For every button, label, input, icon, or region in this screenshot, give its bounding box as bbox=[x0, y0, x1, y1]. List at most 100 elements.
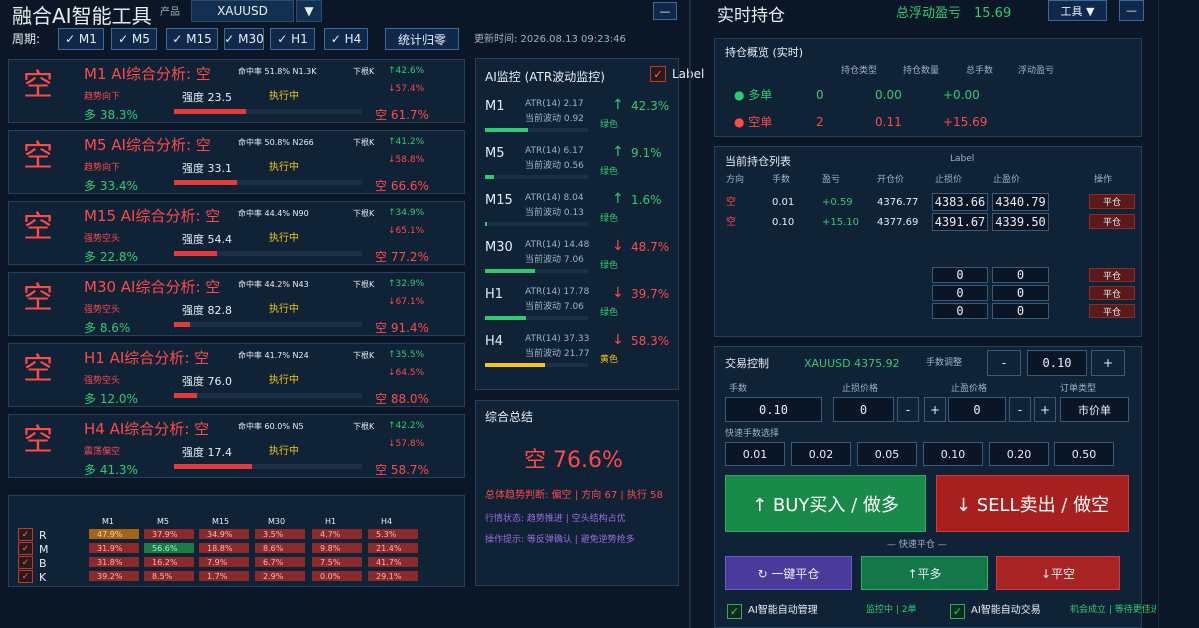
stats-reset-button[interactable]: 统计归零 bbox=[385, 28, 459, 50]
row-close-button[interactable]: 平仓 bbox=[1089, 214, 1135, 229]
row-sl-input[interactable]: 4391.67 bbox=[932, 213, 988, 231]
quick-lot-button[interactable]: 0.02 bbox=[791, 442, 851, 466]
close-all-button[interactable]: ↻ 一键平仓 bbox=[725, 556, 852, 590]
quick-lot-button[interactable]: 0.20 bbox=[989, 442, 1049, 466]
row-tp-input[interactable]: 4339.50 bbox=[992, 213, 1049, 231]
atr-bar-fill bbox=[485, 175, 495, 179]
row-tp-input[interactable]: 4340.79 bbox=[992, 193, 1049, 211]
signal-glyph: 空 bbox=[23, 423, 53, 458]
row-pnl: +0.59 bbox=[822, 197, 853, 208]
heatmap-row-checkbox[interactable]: ✓ bbox=[18, 528, 33, 541]
short-label-text: 空单 bbox=[748, 115, 773, 129]
atr-value: ATR(14) 14.48 bbox=[525, 240, 590, 250]
empty-close-button[interactable]: 平仓 bbox=[1089, 286, 1135, 300]
close-short-button[interactable]: ↓平空 bbox=[996, 556, 1120, 590]
empty-close-button[interactable]: 平仓 bbox=[1089, 304, 1135, 318]
empty-tp-input[interactable]: 0 bbox=[992, 285, 1049, 301]
auto-manage-checkbox[interactable]: ✓ bbox=[727, 604, 742, 619]
up-prob: ↑35.5% bbox=[388, 350, 425, 360]
period-button-3[interactable]: ✓ M30 bbox=[224, 28, 264, 50]
heatmap-row-checkbox[interactable]: ✓ bbox=[18, 556, 33, 569]
long-short-bar-fill bbox=[174, 180, 237, 185]
down-prob: ↓58.8% bbox=[388, 155, 425, 165]
short-pct: 空 58.7% bbox=[375, 463, 429, 477]
period-button-1[interactable]: ✓ M5 bbox=[111, 28, 157, 50]
tp-minus-button[interactable]: - bbox=[1009, 397, 1031, 422]
close-long-button[interactable]: ↑平多 bbox=[861, 556, 988, 590]
hit-rate: 命中率 41.7% N24 bbox=[238, 351, 309, 360]
long-short-bar-fill bbox=[174, 109, 246, 114]
quick-lot-button[interactable]: 0.05 bbox=[857, 442, 917, 466]
heatmap-cell: 21.4% bbox=[368, 543, 418, 553]
row-direction: 空 bbox=[726, 217, 736, 228]
buy-button[interactable]: ↑ BUY买入 / 做多 bbox=[725, 475, 926, 532]
atr-wave: 当前波动 7.06 bbox=[525, 255, 584, 265]
period-button-0[interactable]: ✓ M1 bbox=[58, 28, 104, 50]
heatmap-row-label: M bbox=[39, 543, 49, 556]
quick-lot-button[interactable]: 0.10 bbox=[923, 442, 983, 466]
heatmap-row-checkbox[interactable]: ✓ bbox=[18, 542, 33, 555]
list-header: 开仓价 bbox=[877, 175, 905, 185]
atr-bar-fill bbox=[485, 222, 488, 226]
row-close-button[interactable]: 平仓 bbox=[1089, 194, 1135, 209]
row-open-price: 4376.77 bbox=[877, 197, 919, 208]
period-button-4[interactable]: ✓ H1 bbox=[270, 28, 315, 50]
long-short-bar-fill bbox=[174, 393, 197, 398]
heatmap-cell: 8.6% bbox=[255, 543, 305, 553]
tools-button[interactable]: 工具 ▼ bbox=[1048, 0, 1107, 21]
heatmap-cell: 2.9% bbox=[255, 571, 305, 581]
sl-input[interactable]: 0 bbox=[833, 397, 894, 422]
exec-status: 执行中 bbox=[269, 233, 299, 244]
product-dropdown-button[interactable]: ▼ bbox=[296, 0, 322, 22]
summary-state: 行情状态: 趋势推进 | 空头结构占优 bbox=[485, 514, 626, 524]
lot-adjust-input[interactable]: 0.10 bbox=[1027, 350, 1087, 376]
quick-lot-button[interactable]: 0.01 bbox=[725, 442, 785, 466]
lots-input[interactable]: 0.10 bbox=[725, 397, 822, 422]
empty-sl-input[interactable]: 0 bbox=[932, 303, 988, 319]
atr-timeframe: H4 bbox=[485, 334, 504, 349]
heatmap-cell: 4.7% bbox=[312, 529, 362, 539]
auto-trade-checkbox[interactable]: ✓ bbox=[950, 604, 965, 619]
position-list-label: Label bbox=[950, 154, 975, 164]
lot-plus-button[interactable]: + bbox=[1091, 350, 1125, 376]
order-type-select[interactable]: 市价单 bbox=[1060, 397, 1129, 422]
row-pnl: +15.10 bbox=[822, 217, 860, 228]
sl-minus-button[interactable]: - bbox=[897, 397, 919, 422]
row-sl-input[interactable]: 4383.66 bbox=[932, 193, 988, 211]
sell-button[interactable]: ↓ SELL卖出 / 做空 bbox=[936, 475, 1129, 532]
down-prob: ↓57.8% bbox=[388, 439, 425, 449]
minimize-button-right[interactable]: — bbox=[1119, 0, 1144, 21]
long-pct: 多 33.4% bbox=[84, 179, 138, 193]
sl-plus-button[interactable]: + bbox=[924, 397, 946, 422]
empty-tp-input[interactable]: 0 bbox=[992, 303, 1049, 319]
minimize-button-left[interactable]: — bbox=[653, 2, 677, 20]
lot-minus-button[interactable]: - bbox=[987, 350, 1021, 376]
atr-checkbox[interactable]: ✓ bbox=[650, 66, 666, 82]
heatmap-cell: 0.0% bbox=[312, 571, 362, 581]
atr-color-label: 绿色 bbox=[600, 308, 619, 318]
tp-input[interactable]: 0 bbox=[948, 397, 1006, 422]
empty-tp-input[interactable]: 0 bbox=[992, 267, 1049, 283]
next-bar-label: 下根K bbox=[353, 280, 375, 289]
period-button-2[interactable]: ✓ M15 bbox=[166, 28, 218, 50]
signal-glyph: 空 bbox=[23, 68, 53, 103]
long-short-bar bbox=[174, 109, 362, 114]
up-prob: ↑42.2% bbox=[388, 421, 425, 431]
heatmap-row-checkbox[interactable]: ✓ bbox=[18, 570, 33, 583]
empty-sl-input[interactable]: 0 bbox=[932, 267, 988, 283]
quick-lot-label: 快速手数选择 bbox=[725, 429, 780, 439]
empty-close-button[interactable]: 平仓 bbox=[1089, 268, 1135, 282]
empty-sl-input[interactable]: 0 bbox=[932, 285, 988, 301]
trend-label: 强势空头 bbox=[84, 234, 121, 244]
overview-header-count: 持仓数量 bbox=[903, 66, 940, 76]
period-button-5[interactable]: ✓ H4 bbox=[324, 28, 368, 50]
analysis-title: M1 AI综合分析: 空 bbox=[84, 65, 211, 83]
analysis-title: H1 AI综合分析: 空 bbox=[84, 349, 210, 367]
quick-lot-button[interactable]: 0.50 bbox=[1054, 442, 1114, 466]
next-bar-label: 下根K bbox=[353, 422, 375, 431]
atr-bar-fill bbox=[485, 363, 545, 367]
tp-plus-button[interactable]: + bbox=[1034, 397, 1056, 422]
product-select[interactable]: XAUUSD bbox=[191, 0, 294, 22]
heatmap-cell: 39.2% bbox=[89, 571, 139, 581]
heatmap-cell: 37.9% bbox=[144, 529, 194, 539]
